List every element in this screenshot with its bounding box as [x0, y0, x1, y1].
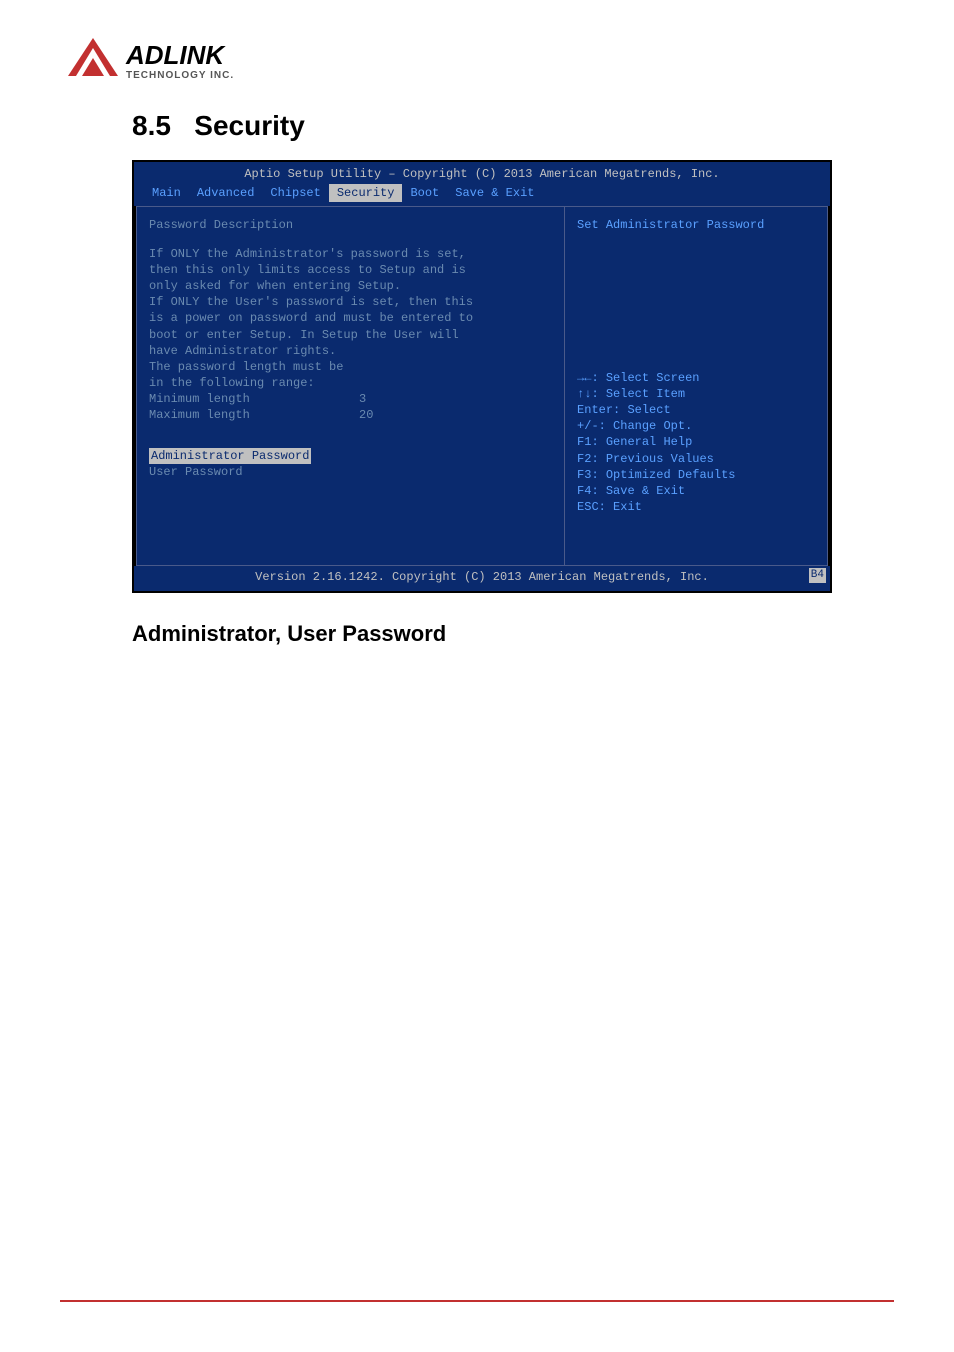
section-number: 8.5 — [132, 110, 171, 141]
desc-line: then this only limits access to Setup an… — [149, 262, 552, 278]
key-select-screen: →←: Select Screen — [577, 370, 815, 386]
tab-boot[interactable]: Boot — [402, 184, 447, 202]
desc-line: If ONLY the Administrator's password is … — [149, 246, 552, 262]
tab-main[interactable]: Main — [144, 184, 189, 202]
tab-security[interactable]: Security — [329, 184, 403, 202]
key-change-opt: +/-: Change Opt. — [577, 418, 815, 434]
bios-left-pane: Password Description If ONLY the Adminis… — [136, 206, 565, 566]
subsection-heading: Administrator, User Password — [132, 621, 894, 647]
key-select-item: ↑↓: Select Item — [577, 386, 815, 402]
bios-tab-bar: Main Advanced Chipset Security Boot Save… — [138, 184, 826, 202]
bios-title: Aptio Setup Utility – Copyright (C) 2013… — [138, 164, 826, 184]
bios-right-pane: Set Administrator Password →←: Select Sc… — [565, 206, 828, 566]
min-length-value: 3 — [359, 391, 419, 407]
administrator-password-item[interactable]: Administrator Password — [149, 448, 311, 464]
desc-line: in the following range: — [149, 375, 552, 391]
password-description-heading: Password Description — [149, 217, 552, 233]
desc-line: The password length must be — [149, 359, 552, 375]
desc-line: is a power on password and must be enter… — [149, 310, 552, 326]
min-length-label: Minimum length — [149, 391, 359, 407]
max-length-label: Maximum length — [149, 407, 359, 423]
key-esc: ESC: Exit — [577, 499, 815, 515]
key-enter: Enter: Select — [577, 402, 815, 418]
tab-chipset[interactable]: Chipset — [262, 184, 328, 202]
bios-version-text: Version 2.16.1242. Copyright (C) 2013 Am… — [255, 570, 709, 584]
tab-save-exit[interactable]: Save & Exit — [447, 184, 542, 202]
key-previous-values: F2: Previous Values — [577, 451, 815, 467]
desc-line: If ONLY the User's password is set, then… — [149, 294, 552, 310]
svg-text:TECHNOLOGY INC.: TECHNOLOGY INC. — [126, 70, 234, 81]
item-help-text: Set Administrator Password — [577, 217, 815, 233]
desc-line: boot or enter Setup. In Setup the User w… — [149, 327, 552, 343]
user-password-item[interactable]: User Password — [149, 464, 552, 480]
brand-logo: ADLINK TECHNOLOGY INC. — [60, 30, 894, 90]
tab-advanced[interactable]: Advanced — [189, 184, 263, 202]
desc-line: only asked for when entering Setup. — [149, 278, 552, 294]
key-legend: →←: Select Screen ↑↓: Select Item Enter:… — [577, 370, 815, 556]
section-heading: 8.5 Security — [132, 110, 894, 142]
svg-text:ADLINK: ADLINK — [125, 40, 226, 70]
bios-footer: Version 2.16.1242. Copyright (C) 2013 Am… — [134, 566, 830, 590]
key-save-exit: F4: Save & Exit — [577, 483, 815, 499]
footer-rule — [60, 1300, 894, 1302]
section-title: Security — [194, 110, 305, 141]
key-optimized-defaults: F3: Optimized Defaults — [577, 467, 815, 483]
footer-badge: B4 — [809, 568, 826, 583]
max-length-value: 20 — [359, 407, 419, 423]
key-general-help: F1: General Help — [577, 434, 815, 450]
bios-screenshot: Aptio Setup Utility – Copyright (C) 2013… — [132, 160, 832, 593]
desc-line: have Administrator rights. — [149, 343, 552, 359]
